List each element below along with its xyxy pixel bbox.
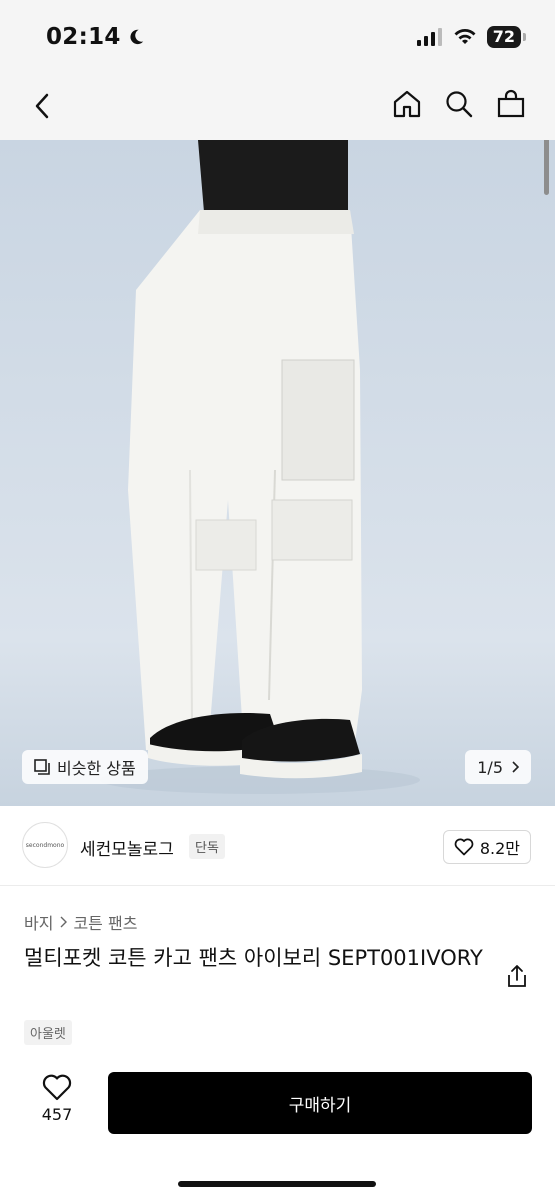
- store-logo-text: secondmono: [25, 841, 65, 849]
- share-icon: [508, 965, 526, 987]
- battery-indicator: 72: [486, 26, 527, 48]
- heart-icon: [454, 838, 474, 856]
- cellular-signal-icon: [416, 28, 442, 46]
- chevron-right-icon: [512, 761, 519, 773]
- similar-products-label: 비슷한 상품: [57, 759, 136, 778]
- outlet-tag: 아울렛: [24, 1020, 72, 1045]
- similar-icon: [34, 759, 50, 775]
- store-row: secondmono 세컨모놀로그 단독 8.2만: [0, 806, 555, 886]
- cart-button[interactable]: [495, 86, 527, 122]
- scroll-indicator: [544, 140, 549, 195]
- search-button[interactable]: [443, 86, 475, 122]
- breadcrumb-item-category[interactable]: 바지: [24, 910, 53, 934]
- product-title: 멀티포켓 코튼 카고 팬츠 아이보리 SEPT001IVORY: [24, 946, 483, 970]
- bottom-bar: 457 구매하기: [0, 1060, 555, 1200]
- image-pager[interactable]: 1/5: [465, 750, 531, 784]
- home-indicator: [178, 1181, 376, 1187]
- wifi-icon: [454, 29, 476, 44]
- clock-text: 02:14: [46, 24, 121, 50]
- chevron-left-icon: [35, 93, 49, 119]
- buy-button-label: 구매하기: [288, 1095, 352, 1116]
- heart-icon: [42, 1074, 72, 1101]
- breadcrumb-item-subcategory[interactable]: 코튼 팬츠: [73, 910, 137, 934]
- wishlist-button[interactable]: 457: [34, 1074, 80, 1124]
- wishlist-count: 457: [41, 1105, 73, 1124]
- store-like-count: 8.2만: [479, 839, 520, 858]
- share-button[interactable]: [505, 962, 529, 990]
- home-button[interactable]: [391, 86, 423, 122]
- status-time: 02:14: [46, 24, 145, 50]
- shopping-bag-icon: [497, 89, 525, 118]
- back-button[interactable]: [26, 88, 58, 124]
- exclusive-badge: 단독: [189, 834, 225, 859]
- status-bar: 02:14 72: [0, 0, 555, 72]
- cargo-pants-illustration: [100, 140, 420, 794]
- store-name[interactable]: 세컨모놀로그: [80, 835, 174, 860]
- image-pager-label: 1/5: [477, 757, 503, 777]
- status-indicators: 72: [416, 26, 527, 48]
- search-icon: [446, 91, 473, 118]
- nav-bar: [0, 72, 555, 140]
- battery-level: 72: [492, 27, 515, 46]
- product-image[interactable]: [0, 140, 555, 806]
- chevron-right-icon: [60, 916, 68, 928]
- buy-button[interactable]: 구매하기: [108, 1072, 532, 1134]
- similar-products-button[interactable]: 비슷한 상품: [22, 750, 148, 784]
- store-like-button[interactable]: 8.2만: [442, 830, 531, 864]
- store-logo[interactable]: secondmono: [22, 822, 68, 868]
- nav-actions: [391, 86, 527, 122]
- breadcrumb: 바지 코튼 팬츠: [24, 910, 137, 934]
- moon-icon: [130, 29, 143, 45]
- home-icon: [393, 90, 421, 118]
